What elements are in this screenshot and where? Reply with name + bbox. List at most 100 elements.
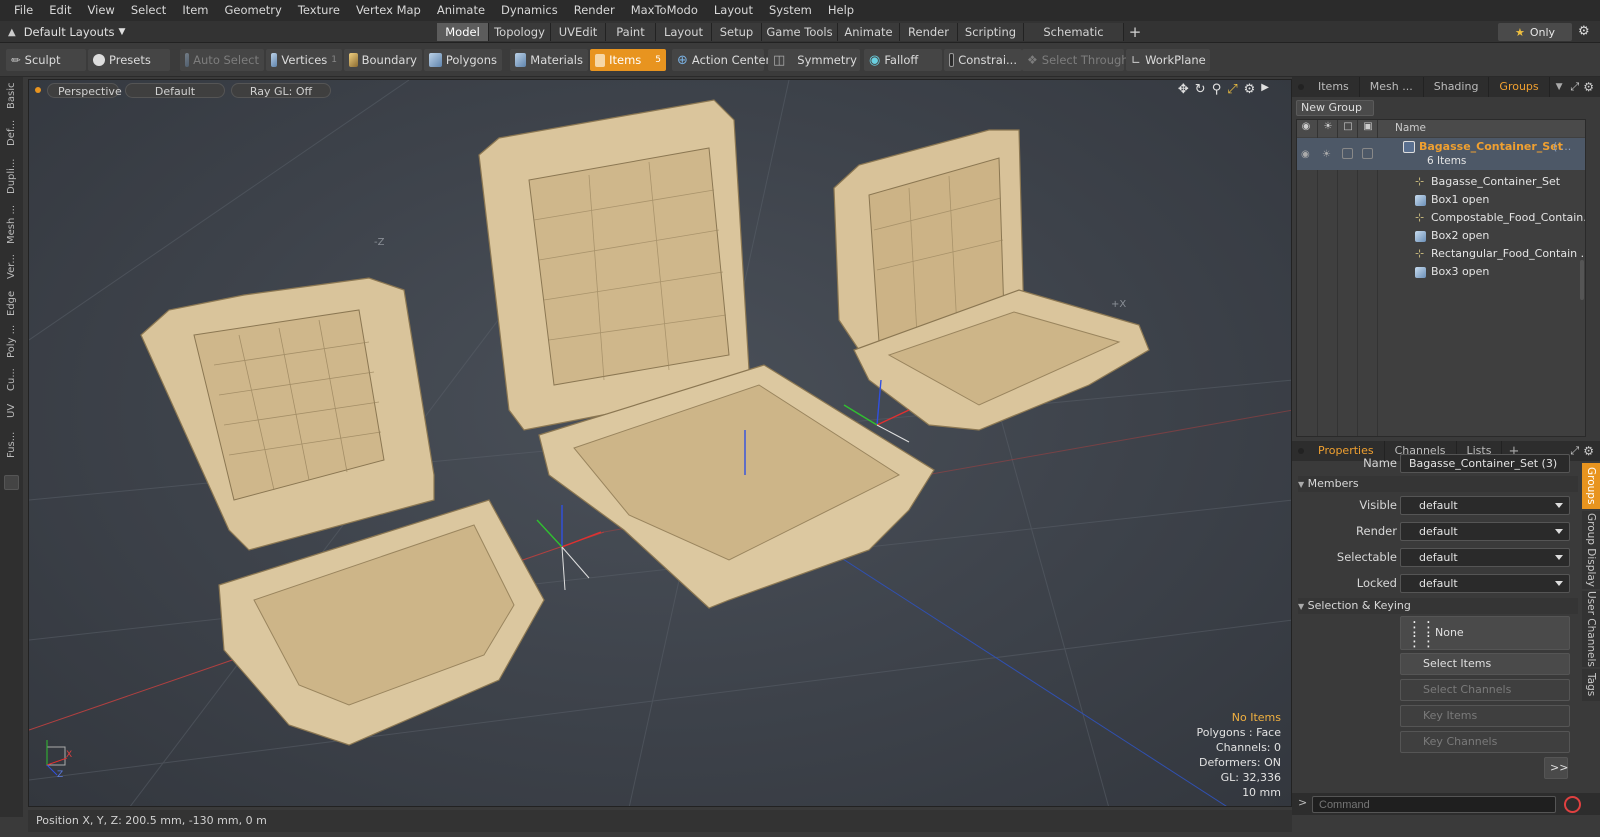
sculpt-button[interactable]: ✏ Sculpt: [6, 49, 86, 71]
tab-layout[interactable]: Layout: [656, 23, 712, 41]
menu-geometry[interactable]: Geometry: [217, 0, 290, 21]
none-button[interactable]: ⋮⋮ ⋮⋮ None: [1400, 616, 1570, 650]
menu-dynamics[interactable]: Dynamics: [493, 0, 566, 21]
items-button[interactable]: Items 5: [590, 49, 666, 71]
tabs-overflow-icon[interactable]: ▼: [1556, 82, 1563, 92]
selection-keying-section-header[interactable]: ▼ Selection & Keying: [1298, 598, 1578, 614]
tab-uvedit[interactable]: UVEdit: [551, 23, 606, 41]
render-column-icon[interactable]: ☀: [1321, 121, 1335, 135]
gear-icon[interactable]: ⚙: [1578, 24, 1590, 39]
tab-topology[interactable]: Topology: [489, 23, 551, 41]
group-lock-checkbox[interactable]: [1342, 148, 1353, 159]
visibility-column-eye-icon[interactable]: ◉: [1299, 121, 1313, 135]
tree-scrollbar[interactable]: [1580, 260, 1584, 300]
tree-row-item[interactable]: Box2 open: [1297, 227, 1585, 245]
vtab-user-channels[interactable]: User Channels: [1582, 591, 1600, 667]
menu-maxtomodo[interactable]: MaxToModo: [623, 0, 706, 21]
tab-game-tools[interactable]: Game Tools: [762, 23, 838, 41]
select-column-icon[interactable]: ▣: [1361, 121, 1375, 135]
selectable-dropdown[interactable]: default: [1400, 548, 1570, 567]
left-tab-duplicate[interactable]: Dupli...: [3, 153, 20, 199]
layout-dropdown[interactable]: Default Layouts ▼: [24, 25, 126, 39]
vertices-button[interactable]: Vertices 1: [266, 49, 342, 71]
panel-expand-icon[interactable]: ⤢: [1570, 80, 1579, 94]
select-through-button[interactable]: ❖ Select Through: [1022, 49, 1129, 71]
menu-system[interactable]: System: [761, 0, 820, 21]
name-field[interactable]: Bagasse_Container_Set (3): [1400, 454, 1570, 473]
menu-animate[interactable]: Animate: [429, 0, 493, 21]
left-tab-fusion[interactable]: Fus...: [3, 425, 20, 465]
tab-animate[interactable]: Animate: [838, 23, 900, 41]
vtab-tags[interactable]: Tags: [1582, 669, 1600, 701]
tab-shading[interactable]: Shading: [1424, 77, 1490, 97]
rotate-view-icon[interactable]: ↻: [1195, 82, 1206, 97]
tree-row-item[interactable]: ⊹ Bagasse_Container_Set: [1297, 173, 1585, 191]
3d-viewport[interactable]: -Z +X X Z Perspective Default Ray GL: Of…: [28, 79, 1292, 807]
new-group-button[interactable]: New Group: [1296, 100, 1374, 116]
action-center-button[interactable]: ⊕ Action Center: [672, 49, 770, 71]
menu-view[interactable]: View: [80, 0, 123, 21]
members-section-header[interactable]: ▼ Members: [1298, 476, 1578, 492]
menu-file[interactable]: File: [6, 0, 41, 21]
tab-paint[interactable]: Paint: [606, 23, 656, 41]
viewport-expand-icon[interactable]: ▶: [1261, 82, 1269, 97]
shading-button[interactable]: Default: [125, 82, 225, 98]
menu-item[interactable]: Item: [174, 0, 216, 21]
left-tab-curve[interactable]: Cu...: [3, 363, 20, 397]
menu-select[interactable]: Select: [123, 0, 174, 21]
zoom-view-icon[interactable]: ⚲: [1212, 82, 1222, 97]
lock-column-icon[interactable]: □: [1341, 121, 1355, 135]
menu-help[interactable]: Help: [820, 0, 862, 21]
tab-render[interactable]: Render: [900, 23, 958, 41]
select-items-button[interactable]: Select Items: [1400, 653, 1570, 675]
add-tab-button[interactable]: +: [1124, 23, 1146, 41]
left-tab-edge[interactable]: Edge: [3, 287, 20, 319]
group-select-checkbox[interactable]: [1362, 148, 1373, 159]
vtab-group-display[interactable]: Group Display: [1582, 511, 1600, 589]
symmetry-button[interactable]: ◫ Symmetry: [768, 49, 860, 71]
menu-edit[interactable]: Edit: [41, 0, 79, 21]
key-items-button[interactable]: Key Items: [1400, 705, 1570, 727]
polygons-button[interactable]: Polygons: [424, 49, 502, 71]
tab-items[interactable]: Items: [1308, 77, 1360, 97]
raygl-button[interactable]: Ray GL: Off: [231, 82, 331, 98]
view-mode-button[interactable]: Perspective: [47, 82, 122, 98]
auto-select-button[interactable]: Auto Select: [180, 49, 264, 71]
properties-gear-icon[interactable]: ⚙: [1583, 444, 1594, 458]
falloff-button[interactable]: ◉ Falloff: [864, 49, 942, 71]
panel-gear-icon[interactable]: ⚙: [1583, 80, 1594, 94]
workplane-button[interactable]: ∟ WorkPlane: [1126, 49, 1210, 71]
viewport-gear-icon[interactable]: ⚙: [1244, 82, 1256, 97]
menu-render[interactable]: Render: [566, 0, 623, 21]
tree-row-item[interactable]: ⊹ Compostable_Food_Contain...: [1297, 209, 1585, 227]
fit-view-icon[interactable]: ⤢: [1227, 82, 1237, 97]
tree-row-item[interactable]: Box3 open: [1297, 263, 1585, 281]
left-tab-basic[interactable]: Basic: [3, 79, 20, 113]
menu-vertex-map[interactable]: Vertex Map: [348, 0, 429, 21]
layout-menu-icon[interactable]: ▲: [8, 27, 16, 38]
tab-schematic-fusion[interactable]: Schematic Fusion: [1024, 23, 1124, 57]
left-tab-uv[interactable]: UV: [3, 399, 20, 423]
tab-scripting[interactable]: Scripting: [958, 23, 1024, 41]
left-tab-extra-button[interactable]: [4, 475, 19, 490]
menu-texture[interactable]: Texture: [290, 0, 348, 21]
constraints-button[interactable]: Constrai...: [944, 49, 1022, 71]
tab-mesh[interactable]: Mesh ...: [1360, 77, 1424, 97]
locked-dropdown[interactable]: default: [1400, 574, 1570, 593]
key-channels-button[interactable]: Key Channels: [1400, 731, 1570, 753]
viewport-menu-dot[interactable]: [35, 87, 41, 93]
left-tab-polygon[interactable]: Poly ...: [3, 321, 20, 361]
materials-button[interactable]: Materials: [510, 49, 588, 71]
vtab-groups[interactable]: Groups: [1582, 463, 1600, 509]
tree-row-group[interactable]: ◉ ☀ Bagasse_Container_Set ( ... 6 Items: [1297, 138, 1585, 170]
record-button-icon[interactable]: [1564, 796, 1581, 813]
render-dropdown[interactable]: default: [1400, 522, 1570, 541]
move-view-icon[interactable]: ✥: [1178, 82, 1189, 97]
presets-button[interactable]: Presets: [88, 49, 170, 71]
tree-name-column[interactable]: Name: [1395, 122, 1426, 134]
left-tab-mesh[interactable]: Mesh ...: [3, 201, 20, 247]
tree-row-item[interactable]: ⊹ Rectangular_Food_Contain ...: [1297, 245, 1585, 263]
tree-row-item[interactable]: Box1 open: [1297, 191, 1585, 209]
left-tab-vertex[interactable]: Ver...: [3, 249, 20, 285]
visible-dropdown[interactable]: default: [1400, 496, 1570, 515]
